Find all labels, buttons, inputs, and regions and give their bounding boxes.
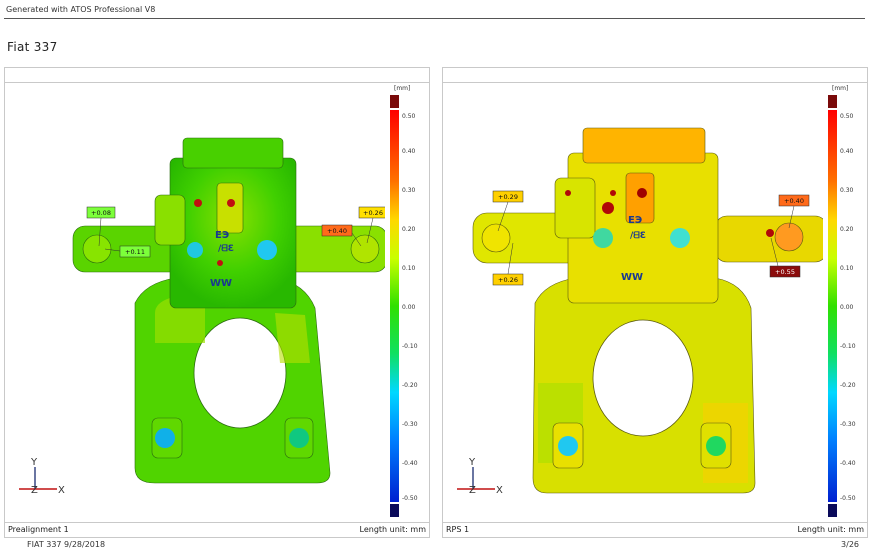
scale-tick: -0.30 [402,421,418,428]
svg-text:Y: Y [468,457,476,468]
scale-tick: 0.20 [402,226,416,233]
scale-gradient [828,110,837,502]
svg-text:+0.08: +0.08 [91,209,111,217]
axis-triad: Y X Z [457,457,503,496]
scale-tick: 0.30 [402,187,416,194]
header-divider [4,18,865,19]
page-number: 3/26 [841,540,859,549]
scale-tick: -0.20 [840,382,856,389]
scale-tick: -0.10 [402,343,418,350]
svg-text:Z: Z [469,485,476,496]
panel-footer: Prealignment 1 Length unit: mm [5,522,429,537]
scale-tick: -0.40 [840,460,856,467]
scale-unit: [mm] [394,85,411,92]
page-title: Fiat 337 [7,40,58,54]
svg-text:/ᗺƐ: /ᗺƐ [630,230,646,241]
scale-tick: -0.50 [402,495,418,502]
length-unit: Length unit: mm [359,525,426,534]
svg-text:+0.26: +0.26 [363,209,383,217]
scale-tick: -0.10 [840,343,856,350]
generator-text: Generated with ATOS Professional V8 [6,5,156,14]
scale-tick: 0.40 [840,148,854,155]
svg-text:+0.29: +0.29 [498,193,518,201]
panel-header-bar [5,68,429,83]
svg-text:Y: Y [30,457,38,468]
length-unit: Length unit: mm [797,525,864,534]
scale-tick: 0.00 [402,304,416,311]
svg-text:WW: WW [621,272,643,283]
view-name: RPS 1 [446,525,470,534]
axis-triad: Y X Z [19,457,65,496]
rps-panel: ЕЭ /ᗺƐ WW +0.29 +0.26 +0.40 +0.55 Y X Z … [442,67,868,538]
scale-tick: 0.20 [840,226,854,233]
svg-text:ЕЭ: ЕЭ [628,215,642,226]
scale-tick: 0.10 [840,265,854,272]
scale-gradient [390,110,399,502]
scale-tick: -0.40 [402,460,418,467]
svg-text:X: X [496,485,503,496]
view-name: Prealignment 1 [8,525,69,534]
svg-text:+0.40: +0.40 [784,197,804,205]
scale-cap-bottom [390,504,399,517]
svg-text:ЕЭ: ЕЭ [215,230,229,241]
scale-tick: -0.50 [840,495,856,502]
scale-cap-bottom [828,504,837,517]
scale-tick: 0.30 [840,187,854,194]
scale-tick: -0.20 [402,382,418,389]
panel-header-bar [443,68,867,83]
scale-cap-top [390,95,399,108]
scale-cap-top [828,95,837,108]
scale-unit: [mm] [832,85,849,92]
svg-text:+0.26: +0.26 [498,276,518,284]
deviation-color-scale: [mm] 0.50 0.40 0.30 0.20 0.10 0.00 -0.10… [828,83,868,520]
scale-tick: 0.50 [840,113,854,120]
report-footer-left: FIAT 337 9/28/2018 [27,540,106,549]
svg-text:WW: WW [210,278,232,289]
prealignment-3d-view[interactable]: ЕЭ /ᗺƐ WW +0.08 +0.11 +0.40 +0.26 Y X Z [5,83,385,521]
prealignment-panel: ЕЭ /ᗺƐ WW +0.08 +0.11 +0.40 +0.26 Y X Z … [4,67,430,538]
svg-text:Z: Z [31,485,38,496]
deviation-color-scale: [mm] 0.50 0.40 0.30 0.20 0.10 0.00 -0.10… [390,83,430,520]
scale-tick: 0.50 [402,113,416,120]
scale-tick: 0.10 [402,265,416,272]
rps-3d-view[interactable]: ЕЭ /ᗺƐ WW +0.29 +0.26 +0.40 +0.55 Y X Z [443,83,823,521]
svg-text:+0.55: +0.55 [775,268,795,276]
scale-tick: 0.00 [840,304,854,311]
svg-text:/ᗺƐ: /ᗺƐ [218,243,234,254]
svg-text:+0.40: +0.40 [327,227,347,235]
svg-text:+0.11: +0.11 [125,248,145,256]
scale-tick: 0.40 [402,148,416,155]
scale-tick: -0.30 [840,421,856,428]
svg-text:X: X [58,485,65,496]
panel-footer: RPS 1 Length unit: mm [443,522,867,537]
